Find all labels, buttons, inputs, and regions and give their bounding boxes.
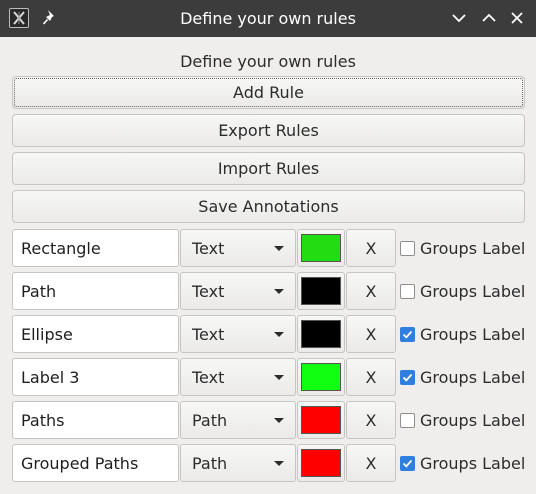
save-annotations-button[interactable]: Save Annotations [12,190,525,223]
groups-label-text: Groups Label [420,238,526,258]
rule-name-input[interactable]: Path [12,272,179,310]
rule-type-value: Path [192,410,228,430]
groups-label-toggle[interactable]: Groups Label [400,272,525,310]
rule-color-button[interactable] [297,229,345,267]
groups-label-toggle[interactable]: Groups Label [400,315,525,353]
groups-label-text: Groups Label [420,281,526,301]
groups-label-toggle[interactable]: Groups Label [400,229,525,267]
groups-label-checkbox[interactable] [400,326,415,342]
rule-type-value: Text [192,238,225,258]
rule-type-select[interactable]: Text [180,272,296,310]
remove-rule-button[interactable]: X [346,401,396,439]
rule-name-input[interactable]: Paths [12,401,179,439]
dialog-heading: Define your own rules [180,52,356,71]
remove-rule-button[interactable]: X [346,444,396,482]
rule-color-button[interactable] [297,315,345,353]
color-swatch [301,363,341,391]
remove-rule-button[interactable]: X [346,272,396,310]
rule-type-value: Text [192,281,225,301]
remove-rule-button[interactable]: X [346,358,396,396]
caret-down-icon [274,332,284,337]
color-swatch [301,234,341,262]
remove-rule-button[interactable]: X [346,315,396,353]
chevron-up-icon[interactable] [480,9,498,27]
rule-type-value: Text [192,367,225,387]
groups-label-text: Groups Label [420,410,526,430]
rule-color-button[interactable] [297,444,345,482]
checkmark-icon [402,373,413,382]
groups-label-text: Groups Label [420,453,526,473]
rule-type-select[interactable]: Path [180,444,296,482]
rule-name-input[interactable]: Rectangle [12,229,179,267]
rule-name-input[interactable]: Grouped Paths [12,444,179,482]
caret-down-icon [274,418,284,423]
rule-color-button[interactable] [297,272,345,310]
groups-label-text: Groups Label [420,367,526,387]
remove-rule-button[interactable]: X [346,229,396,267]
rule-type-select[interactable]: Path [180,401,296,439]
title-bar[interactable]: Define your own rules [0,0,536,37]
rule-row: Label 3 Text X Groups Label [12,358,528,396]
chevron-down-icon[interactable] [450,9,468,27]
rule-row: Paths Path X Groups Label [12,401,528,439]
rule-type-select[interactable]: Text [180,358,296,396]
color-swatch [301,406,341,434]
checkmark-icon [402,459,413,468]
checkmark-icon [402,330,413,339]
color-swatch [301,277,341,305]
rule-name-input[interactable]: Ellipse [12,315,179,353]
groups-label-checkbox[interactable] [400,240,415,256]
rule-color-button[interactable] [297,401,345,439]
rule-row: Rectangle Text X Groups Label [12,229,528,267]
color-swatch [301,449,341,477]
add-rule-button[interactable]: Add Rule [12,76,525,109]
groups-label-checkbox[interactable] [400,369,415,385]
rule-type-value: Path [192,453,228,473]
caret-down-icon [274,246,284,251]
groups-label-checkbox[interactable] [400,283,415,299]
caret-down-icon [274,375,284,380]
rule-type-select[interactable]: Text [180,315,296,353]
groups-label-toggle[interactable]: Groups Label [400,358,525,396]
rule-row: Path Text X Groups Label [12,272,528,310]
groups-label-text: Groups Label [420,324,526,344]
groups-label-toggle[interactable]: Groups Label [400,444,525,482]
rule-color-button[interactable] [297,358,345,396]
import-rules-button[interactable]: Import Rules [12,152,525,185]
groups-label-toggle[interactable]: Groups Label [400,401,525,439]
groups-label-checkbox[interactable] [400,455,415,471]
caret-down-icon [274,289,284,294]
rule-type-value: Text [192,324,225,344]
rules-dialog: Define your own rules Define your own ru… [0,0,536,494]
color-swatch [301,320,341,348]
groups-label-checkbox[interactable] [400,412,415,428]
rule-row: Ellipse Text X Groups Label [12,315,528,353]
rule-name-input[interactable]: Label 3 [12,358,179,396]
rule-type-select[interactable]: Text [180,229,296,267]
rule-row: Grouped Paths Path X Groups Label [12,444,528,482]
caret-down-icon [274,461,284,466]
export-rules-button[interactable]: Export Rules [12,114,525,147]
close-icon[interactable] [508,9,526,27]
